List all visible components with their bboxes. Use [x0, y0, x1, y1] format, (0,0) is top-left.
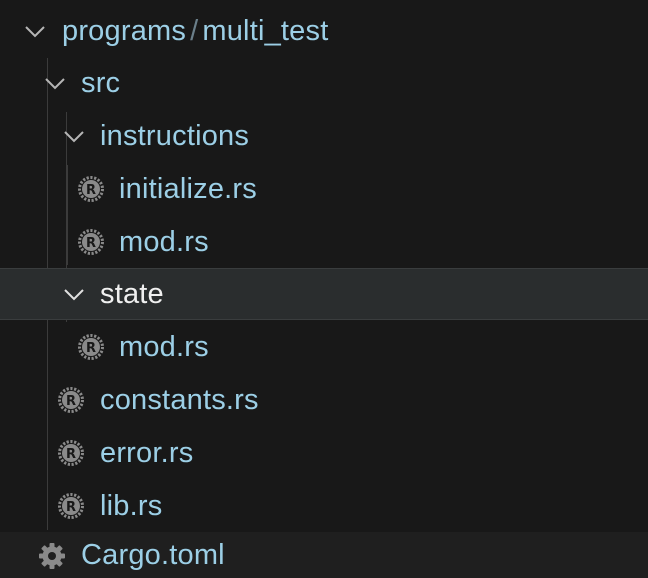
tree-row-file-lib-rs[interactable]: R lib.rs [0, 480, 648, 532]
tree-row-file-state-mod-rs[interactable]: R mod.rs [0, 321, 648, 373]
rust-file-icon: R [56, 491, 86, 521]
path-parent: programs [62, 14, 187, 47]
tree-row-root-folder[interactable]: programs / multi_test [0, 5, 648, 57]
svg-text:R: R [86, 183, 96, 198]
svg-text:R: R [66, 447, 76, 462]
file-label-initialize-rs: initialize.rs [119, 172, 257, 205]
file-label-mod-rs: mod.rs [119, 330, 209, 363]
tree-row-file-constants-rs[interactable]: R constants.rs [0, 374, 648, 426]
chevron-down-icon[interactable] [42, 70, 68, 96]
folder-label-src: src [81, 66, 121, 99]
path-child: multi_test [202, 14, 329, 47]
tree-row-file-instructions-mod-rs[interactable]: R mod.rs [0, 216, 648, 268]
rust-file-icon: R [76, 332, 106, 362]
root-folder-path: programs / multi_test [62, 15, 328, 48]
file-label-mod-rs: mod.rs [119, 225, 209, 258]
svg-text:R: R [86, 236, 96, 251]
path-separator: / [190, 14, 199, 47]
tree-row-file-cargo-toml[interactable]: Cargo.toml [0, 532, 648, 578]
chevron-down-icon[interactable] [61, 281, 87, 307]
tree-row-file-initialize-rs[interactable]: R initialize.rs [0, 163, 648, 215]
tree-row-folder-src[interactable]: src [0, 57, 648, 109]
file-explorer-tree: programs / multi_test src instructions R i… [0, 0, 648, 578]
chevron-down-icon[interactable] [22, 18, 48, 44]
chevron-down-icon[interactable] [61, 123, 87, 149]
rust-file-icon: R [56, 438, 86, 468]
file-label-constants-rs: constants.rs [100, 383, 259, 416]
file-label-lib-rs: lib.rs [100, 489, 163, 522]
folder-label-instructions: instructions [100, 119, 250, 152]
rust-file-icon: R [76, 227, 106, 257]
rust-file-icon: R [76, 174, 106, 204]
file-label-cargo-toml: Cargo.toml [81, 538, 225, 571]
file-label-error-rs: error.rs [100, 436, 194, 469]
svg-text:R: R [66, 500, 76, 515]
svg-text:R: R [66, 394, 76, 409]
gear-file-icon [37, 541, 67, 571]
folder-label-state: state [100, 277, 164, 310]
tree-row-folder-state[interactable]: state [0, 268, 648, 320]
rust-file-icon: R [56, 385, 86, 415]
tree-row-folder-instructions[interactable]: instructions [0, 110, 648, 162]
svg-text:R: R [86, 341, 96, 356]
tree-row-file-error-rs[interactable]: R error.rs [0, 427, 648, 479]
